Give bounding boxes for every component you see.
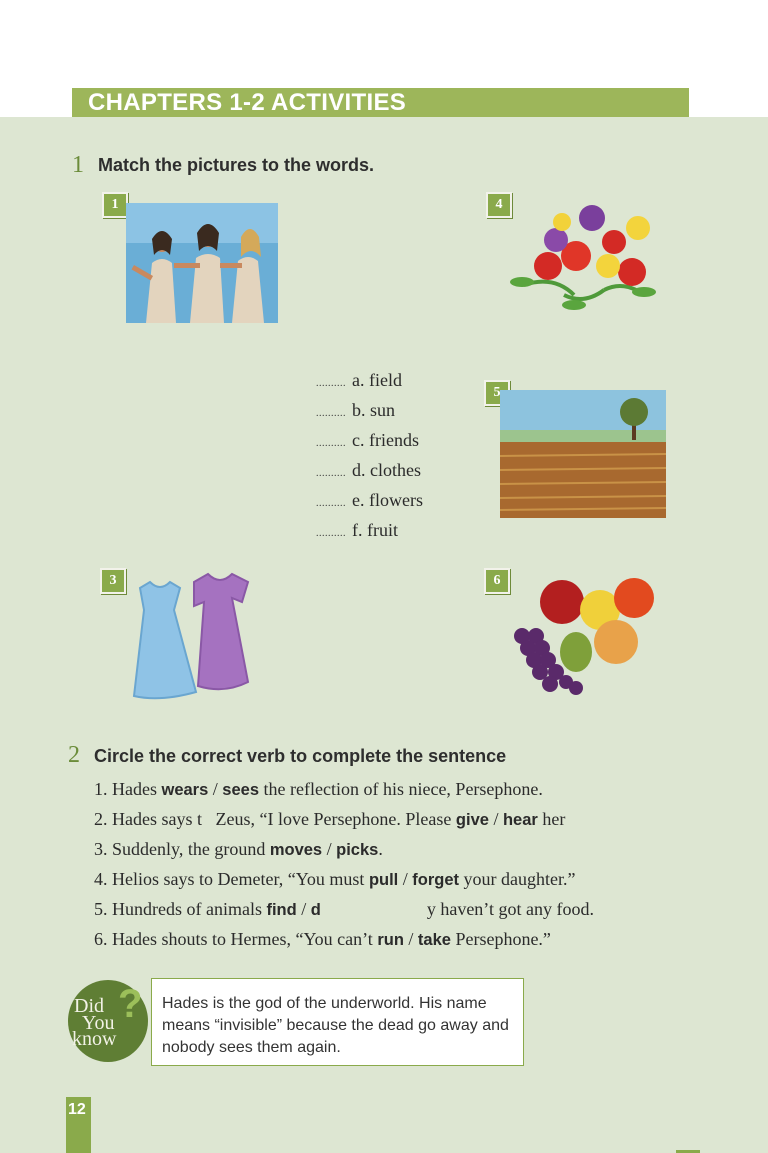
activity-2-instruction: Circle the correct verb to complete the … xyxy=(94,746,507,766)
answer-blank[interactable]: .......... xyxy=(316,468,346,479)
page-number-tab: 12 xyxy=(66,1097,91,1153)
three-girls-illustration xyxy=(126,203,278,323)
sentence-item: 4. Helios says to Demeter, “You must pul… xyxy=(94,869,576,889)
word-option: .......... d. clothes xyxy=(316,460,421,480)
did-you-know-badge: Did You know ? xyxy=(68,980,148,1062)
picture-number-badge: 3 xyxy=(100,568,126,594)
verb-option[interactable]: picks xyxy=(336,841,378,859)
sentence-item: 2. Hades says t Zeus, “I love Persephone… xyxy=(94,809,566,829)
answer-blank[interactable]: .......... xyxy=(316,378,346,389)
question-mark-icon: ? xyxy=(118,982,143,1026)
answer-blank[interactable]: .......... xyxy=(316,438,346,449)
sentence-item: 6. Hades shouts to Hermes, “You can’t ru… xyxy=(94,929,551,949)
did-you-know-box: Hades is the god of the underworld. His … xyxy=(151,978,524,1066)
word-option: .......... f. fruit xyxy=(316,520,398,540)
verb-option[interactable]: wears xyxy=(161,781,208,799)
verb-option[interactable]: forget xyxy=(412,871,459,889)
flowers-illustration xyxy=(504,200,664,320)
picture-number-badge: 1 xyxy=(102,192,128,218)
answer-blank[interactable]: .......... xyxy=(316,528,346,539)
sentence-item: 1. Hades wears / sees the reflection of … xyxy=(94,779,543,799)
verb-option[interactable]: d xyxy=(311,901,321,919)
word-option: .......... a. field xyxy=(316,370,402,390)
verb-option[interactable]: moves xyxy=(270,841,322,859)
activity-1-instruction: Match the pictures to the words. xyxy=(98,155,375,175)
verb-option[interactable]: find xyxy=(266,901,296,919)
dresses-illustration xyxy=(124,570,264,702)
fruit-illustration xyxy=(506,576,662,700)
word-option: .......... b. sun xyxy=(316,400,396,420)
verb-option[interactable]: give xyxy=(456,811,489,829)
page-number: 12 xyxy=(68,1101,86,1118)
did-you-know-text: Hades is the god of the underworld. His … xyxy=(162,995,509,1056)
page-title: CHAPTERS 1-2 ACTIVITIES xyxy=(88,89,407,116)
title-bar: CHAPTERS 1-2 ACTIVITIES xyxy=(72,88,689,117)
verb-option[interactable]: pull xyxy=(369,871,398,889)
verb-option[interactable]: take xyxy=(418,931,451,949)
verb-option[interactable]: hear xyxy=(503,811,538,829)
field-illustration xyxy=(500,390,666,518)
activity-1-number: 1 xyxy=(72,152,84,178)
word-option: .......... c. friends xyxy=(316,430,419,450)
activity-2-number: 2 xyxy=(68,742,80,768)
word-option: .......... e. flowers xyxy=(316,490,423,510)
verb-option[interactable]: run xyxy=(377,931,404,949)
answer-blank[interactable]: .......... xyxy=(316,498,346,509)
verb-option[interactable]: sees xyxy=(222,781,259,799)
answer-blank[interactable]: .......... xyxy=(316,408,346,419)
sentence-item: 5. Hundreds of animals find / dy haven’t… xyxy=(94,899,594,919)
sentence-item: 3. Suddenly, the ground moves / picks. xyxy=(94,839,383,859)
